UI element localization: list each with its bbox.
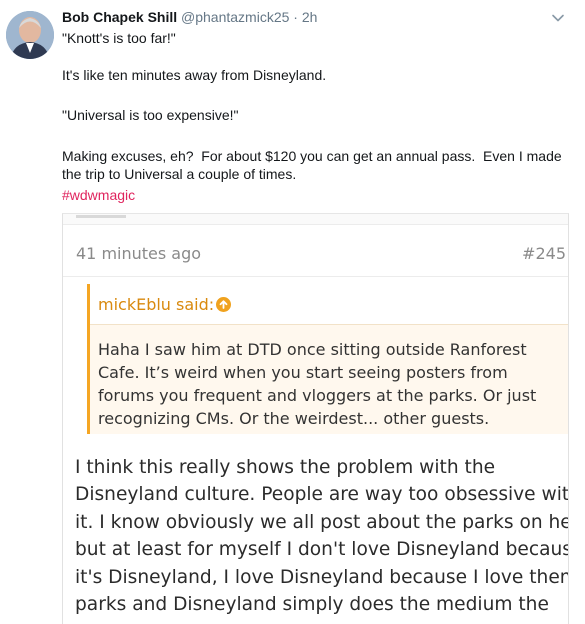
- avatar[interactable]: [6, 11, 54, 59]
- quote-text: Haha I saw him at DTD once sitting outsi…: [98, 340, 537, 428]
- embedded-forum-screenshot[interactable]: 41 minutes ago #245 mickEblu said: Haha …: [62, 213, 569, 624]
- tweet-timestamp[interactable]: 2h: [302, 9, 318, 25]
- post-line: but at least for myself I don't love Dis…: [75, 539, 569, 561]
- tweet-header: Bob Chapek Shill @phantazmick25 · 2h: [62, 8, 317, 26]
- post-line: it. I know obviously we all post about t…: [75, 511, 569, 533]
- tweet-paragraph: "Universal is too expensive!": [62, 107, 239, 123]
- author-name[interactable]: Bob Chapek Shill: [62, 9, 177, 25]
- author-handle[interactable]: @phantazmick25: [181, 9, 289, 25]
- chevron-down-icon[interactable]: [551, 11, 565, 25]
- hashtag-link[interactable]: #wdwmagic: [62, 186, 135, 204]
- tweet-text: "Knott's is too far!" It's like ten minu…: [62, 29, 574, 203]
- embed-top-bar: [63, 214, 568, 225]
- tweet-paragraph: It's like ten minutes away from Disneyla…: [62, 67, 327, 83]
- post-line: I think this really shows the problem wi…: [75, 457, 496, 478]
- tweet-paragraph: "Knott's is too far!": [62, 30, 176, 46]
- meta-divider: [63, 276, 568, 277]
- post-meta: 41 minutes ago #245: [76, 244, 566, 263]
- embed-top-line: [76, 215, 126, 218]
- post-line: Disneyland culture. People are way too o…: [75, 484, 569, 506]
- avatar-image: [6, 11, 54, 59]
- header-separator: ·: [293, 9, 298, 25]
- post-timestamp: 41 minutes ago: [76, 244, 202, 263]
- tweet: Bob Chapek Shill @phantazmick25 · 2h "Kn…: [0, 0, 585, 624]
- post-number: #245: [522, 244, 566, 263]
- quote-block: mickEblu said: Haha I saw him at DTD onc…: [87, 284, 568, 434]
- post-body: I think this really shows the problem wi…: [75, 454, 569, 618]
- tweet-paragraph: Making excuses, eh? For about $120 you c…: [62, 148, 566, 182]
- post-line: parks and Disneyland simply does the med…: [75, 594, 549, 616]
- quote-author: mickEblu said:: [98, 295, 215, 314]
- post-line: it's Disneyland, I love Disneyland becau…: [75, 566, 569, 588]
- arrow-up-circle-icon: [216, 297, 231, 312]
- quote-header: mickEblu said:: [90, 284, 568, 325]
